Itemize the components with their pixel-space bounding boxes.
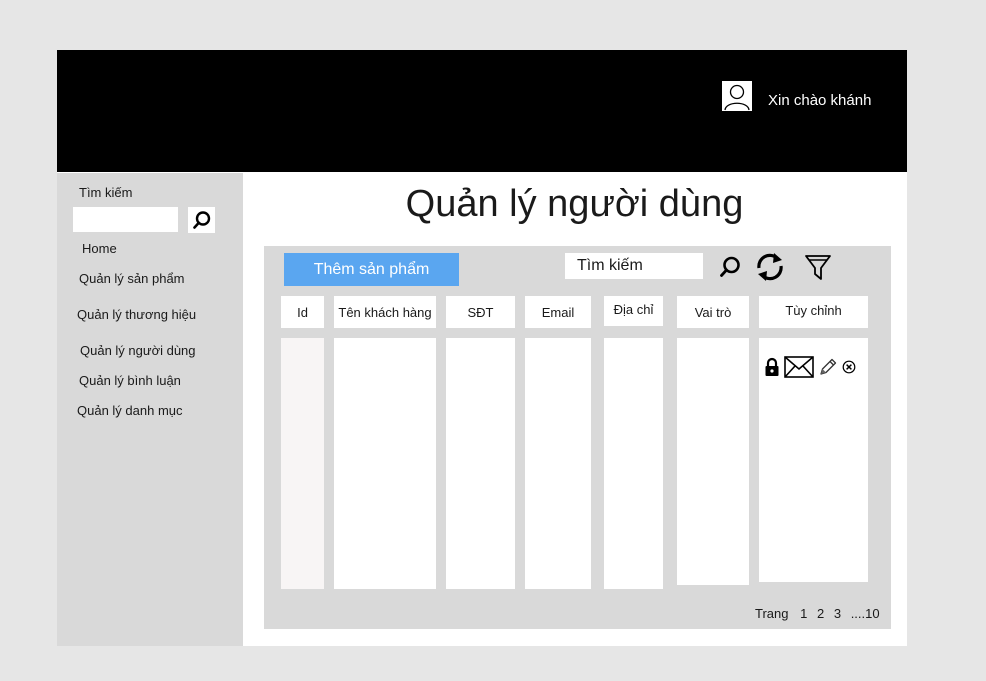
- column-body-role: [677, 338, 749, 585]
- column-header-phone[interactable]: SĐT: [446, 296, 515, 328]
- lock-icon[interactable]: [764, 357, 780, 377]
- column-header-options[interactable]: Tùy chỉnh: [759, 296, 868, 328]
- refresh-icon[interactable]: [752, 250, 788, 284]
- pagination-label: Trang: [755, 606, 789, 621]
- sidebar-item-users[interactable]: Quản lý người dùng: [80, 343, 196, 358]
- column-header-customer-name[interactable]: Tên khách hàng: [334, 296, 436, 328]
- column-body-address: [604, 338, 663, 589]
- column-header-email[interactable]: Email: [525, 296, 591, 328]
- column-body-id: [281, 338, 324, 589]
- column-header-id[interactable]: Id: [281, 296, 324, 328]
- page-link[interactable]: 2: [817, 606, 824, 621]
- sidebar-item-products[interactable]: Quản lý sản phẩm: [79, 271, 185, 286]
- main-search-input[interactable]: Tìm kiếm: [565, 253, 703, 279]
- column-header-address[interactable]: Địa chỉ: [604, 296, 663, 326]
- filter-icon[interactable]: [802, 251, 834, 283]
- sidebar-item-brands[interactable]: Quản lý thương hiệu: [77, 307, 196, 322]
- sidebar-item-categories[interactable]: Quản lý danh mục: [77, 403, 183, 418]
- top-header: [57, 50, 907, 172]
- add-product-button[interactable]: Thêm sản phẩm: [284, 253, 459, 286]
- page-link[interactable]: 1: [800, 606, 807, 621]
- row-actions: [764, 356, 856, 378]
- delete-icon[interactable]: [842, 360, 856, 374]
- search-icon[interactable]: [716, 253, 744, 281]
- sidebar-item-comments[interactable]: Quản lý bình luận: [79, 373, 181, 388]
- page-ellipsis: ....: [850, 606, 866, 621]
- column-header-role[interactable]: Vai trò: [677, 296, 749, 328]
- page-title: Quản lý người dùng: [405, 183, 744, 225]
- user-avatar-icon[interactable]: [720, 79, 754, 113]
- mail-icon[interactable]: [784, 356, 814, 378]
- column-body-email: [525, 338, 591, 589]
- pagination: Trang 1 2 3 ....10: [755, 606, 886, 621]
- pencil-icon[interactable]: [818, 357, 838, 377]
- sidebar-item-home[interactable]: Home: [82, 241, 117, 256]
- column-body-phone: [446, 338, 515, 589]
- greeting-text: Xin chào khánh: [768, 92, 872, 109]
- page-link[interactable]: 3: [834, 606, 841, 621]
- page-link[interactable]: 10: [865, 606, 879, 621]
- column-body-customer-name: [334, 338, 436, 589]
